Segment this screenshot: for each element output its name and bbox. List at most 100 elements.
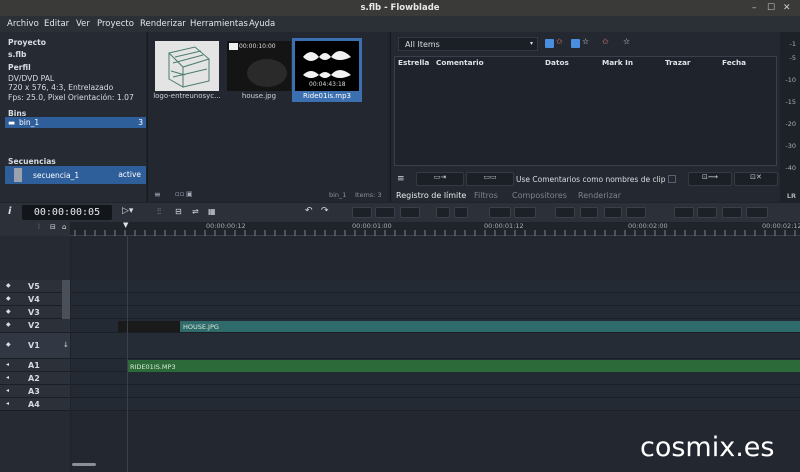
track-header-a4[interactable]: ◂ A4 — [0, 398, 70, 411]
insert-button[interactable] — [489, 207, 511, 218]
clear-marker-button[interactable] — [697, 207, 717, 218]
tool-resync-icon[interactable]: ⇌ — [192, 207, 199, 216]
track-header-a2[interactable]: ◂ A2 — [0, 372, 70, 385]
out-mark-button[interactable] — [746, 207, 768, 218]
track-lock[interactable] — [62, 293, 70, 306]
video-clip-house[interactable]: HOUSE.JPG — [118, 321, 800, 332]
speaker-icon[interactable]: ◂ — [6, 361, 9, 368]
track-header-v4[interactable]: ◆ V4 — [0, 293, 70, 306]
redo-icon[interactable]: ↷ — [321, 206, 329, 216]
lock-icon[interactable]: ⌂ — [62, 223, 66, 231]
speaker-icon[interactable]: ◂ — [6, 400, 9, 407]
track-height-icon[interactable]: ⊟ — [50, 223, 56, 231]
track-header-v5[interactable]: ◆ V5 — [0, 280, 70, 293]
track-lane-v4[interactable] — [71, 293, 800, 306]
sequence-row[interactable]: secuencia_1 active — [5, 166, 146, 184]
media-item-logo[interactable]: logo-entreunosyc... — [152, 38, 222, 100]
split-audio-button[interactable] — [626, 207, 646, 218]
marker-button[interactable] — [674, 207, 694, 218]
col-comentario[interactable]: Comentario — [436, 58, 484, 69]
track-lane-v1[interactable] — [71, 333, 800, 359]
menu-archivo[interactable]: Archivo — [7, 19, 39, 29]
track-lock[interactable] — [62, 306, 70, 319]
tab-compositores[interactable]: Compositores — [512, 191, 567, 200]
track-visibility-icon[interactable]: ◆ — [6, 295, 11, 302]
log-append-button[interactable]: ▭▭ — [466, 172, 514, 186]
filter-checkbox-1[interactable] — [545, 39, 554, 48]
track-visibility-icon[interactable]: ◆ — [6, 282, 11, 289]
track-visibility-icon[interactable]: ◆ — [6, 308, 11, 315]
menu-editar[interactable]: Editar — [44, 19, 69, 29]
snap-icon[interactable]: ⫶ — [38, 223, 40, 232]
pointer-tool-icon[interactable]: ▷▾ — [122, 206, 133, 216]
col-fecha[interactable]: Fecha — [722, 58, 746, 69]
splice-out-button[interactable] — [454, 207, 468, 218]
track-header-a3[interactable]: ◂ A3 — [0, 385, 70, 398]
menu-renderizar[interactable]: Renderizar — [140, 19, 186, 29]
timecode-display[interactable]: 00:00:00:05 — [22, 205, 112, 220]
filter-checkbox-2[interactable] — [571, 39, 580, 48]
append-button[interactable] — [514, 207, 536, 218]
timeline-ruler[interactable] — [70, 222, 800, 236]
track-lane-a3[interactable] — [71, 385, 800, 398]
menu-ayuda[interactable]: Ayuda — [249, 19, 275, 29]
log-insert-button[interactable]: ▭⇥ — [416, 172, 464, 186]
track-header-v1[interactable]: ◆ V1 ↓ — [0, 333, 70, 359]
zoom-out-button[interactable] — [375, 207, 395, 218]
col-mark-in[interactable]: Mark In — [602, 58, 633, 69]
log-range-button[interactable]: ⊡⟿ — [688, 172, 732, 186]
bin-row[interactable]: ▬ bin_1 3 — [5, 117, 146, 128]
zoom-in-button[interactable] — [352, 207, 372, 218]
col-trazar[interactable]: Trazar — [665, 58, 690, 69]
hamburger-menu-icon[interactable]: ≡ — [397, 174, 405, 184]
track-lock[interactable] — [62, 280, 70, 293]
media-item-house[interactable]: 00:00:10:00 house.jpg — [224, 38, 294, 100]
use-comments-checkbox[interactable] — [668, 175, 676, 183]
star-outline-icon-2[interactable]: ☆ — [623, 37, 630, 46]
track-lane-v3[interactable] — [71, 306, 800, 319]
speaker-icon[interactable]: ◂ — [6, 374, 9, 381]
track-lane-a4[interactable] — [71, 398, 800, 411]
maximize-icon[interactable]: ☐ — [767, 3, 775, 13]
zoom-fit-button[interactable] — [400, 207, 420, 218]
track-header-v2[interactable]: ◆ V2 — [0, 319, 70, 333]
overwrite-button[interactable] — [555, 207, 575, 218]
tab-registro-limite[interactable]: Registro de límite — [396, 191, 466, 200]
star-red-icon-2[interactable]: ✩ — [602, 37, 609, 46]
track-lane-a2[interactable] — [71, 372, 800, 385]
info-icon[interactable]: i — [8, 206, 11, 217]
icon-view-small-icon[interactable]: ▫▫ — [175, 190, 185, 198]
sync-button[interactable] — [604, 207, 622, 218]
playhead-line[interactable] — [127, 236, 128, 472]
media-item-ride[interactable]: 00:04:43:18 Ride01is.mp3 — [292, 38, 362, 102]
track-visibility-icon[interactable]: ◆ — [6, 321, 11, 328]
icon-view-large-icon[interactable]: ▣ — [186, 190, 193, 198]
log-filter-select[interactable]: All Items ▾ — [398, 37, 538, 51]
undo-icon[interactable]: ↶ — [305, 206, 313, 216]
col-estrella[interactable]: Estrella — [398, 58, 429, 69]
tool-lift-icon[interactable]: ⊟ — [175, 207, 182, 216]
col-datos[interactable]: Datos — [545, 58, 569, 69]
track-header-v3[interactable]: ◆ V3 — [0, 306, 70, 319]
log-delete-button[interactable]: ⊡✕ — [734, 172, 778, 186]
in-mark-button[interactable] — [722, 207, 742, 218]
track-expand-icon[interactable]: ↓ — [63, 341, 69, 349]
track-header-a1[interactable]: ◂ A1 — [0, 359, 70, 372]
menu-herramientas[interactable]: Herramientas — [190, 19, 248, 29]
track-visibility-icon[interactable]: ◆ — [6, 341, 11, 348]
audio-clip-ride[interactable]: RIDE01IS.MP3 — [128, 360, 800, 372]
tool-split-icon[interactable]: ⫶⫶ — [157, 207, 161, 217]
tab-filtros[interactable]: Filtros — [474, 191, 498, 200]
close-icon[interactable]: ✕ — [783, 3, 791, 13]
list-view-icon[interactable]: ≡ — [154, 190, 161, 199]
playhead-marker-icon[interactable]: ▼ — [123, 221, 128, 229]
menu-ver[interactable]: Ver — [76, 19, 90, 29]
horizontal-scrollbar[interactable] — [72, 463, 96, 466]
tab-renderizar[interactable]: Renderizar — [578, 191, 621, 200]
track-lane-v5[interactable] — [71, 280, 800, 293]
minimize-icon[interactable]: – — [752, 3, 757, 13]
cut-button[interactable] — [436, 207, 450, 218]
lift-button[interactable] — [580, 207, 598, 218]
speaker-icon[interactable]: ◂ — [6, 387, 9, 394]
menu-proyecto[interactable]: Proyecto — [97, 19, 134, 29]
